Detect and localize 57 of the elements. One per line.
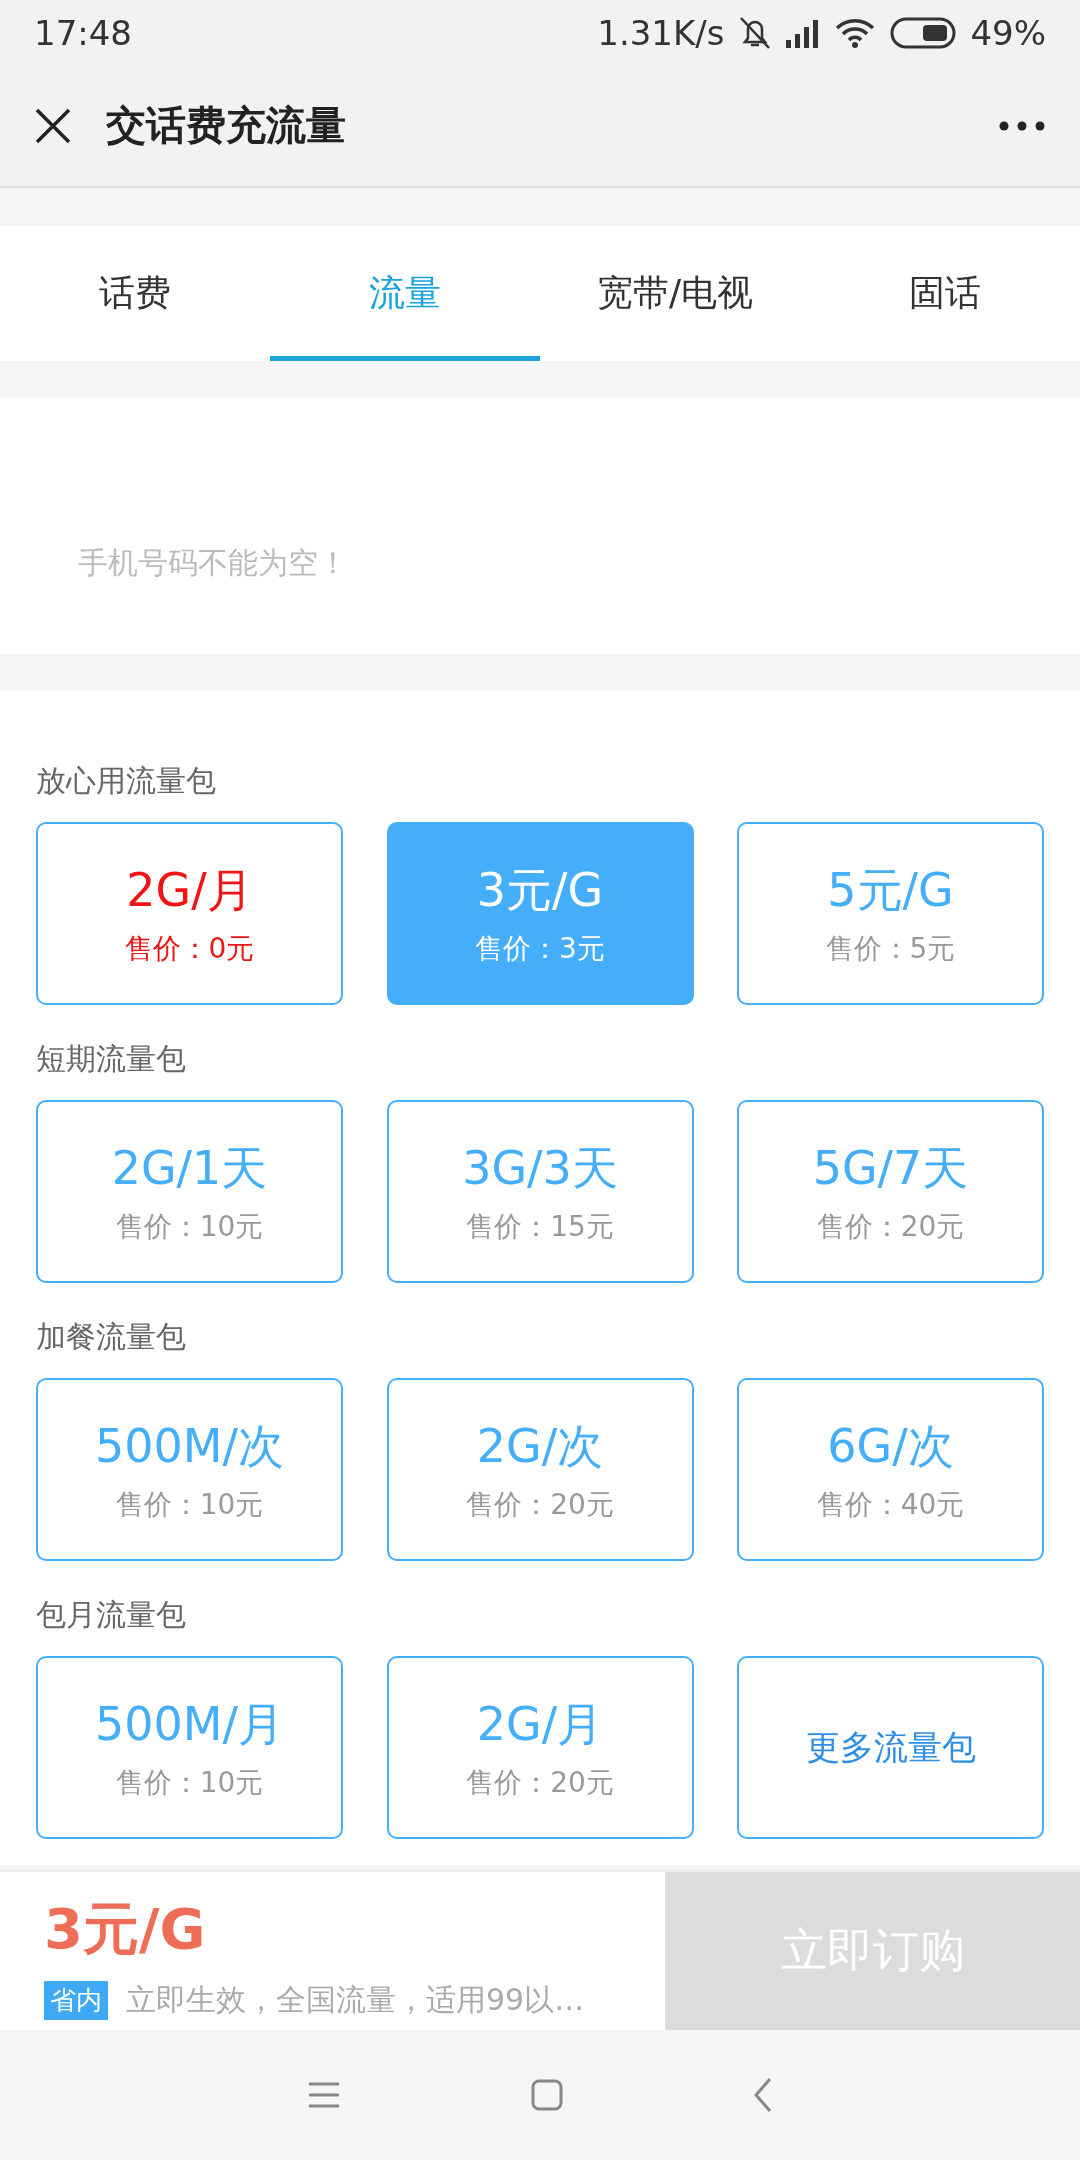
back-button[interactable] — [753, 2077, 773, 2113]
tab[interactable]: 宽带/电视 — [540, 226, 810, 361]
package-card[interactable]: 2G/月 售价：0元 — [36, 822, 343, 1005]
battery-level: 49% — [970, 12, 1046, 53]
tab[interactable]: 流量 — [270, 226, 540, 361]
tab[interactable]: 固话 — [810, 226, 1080, 361]
more-options-button[interactable] — [998, 119, 1046, 132]
region-tag: 省内 — [44, 1981, 108, 2020]
package-name: 5G/7天 — [812, 1139, 969, 1197]
package-price: 售价：3元 — [475, 930, 605, 967]
package-name: 2G/次 — [476, 1417, 604, 1475]
package-price: 售价：10元 — [115, 1486, 264, 1523]
tab[interactable]: 话费 — [0, 226, 270, 361]
page-title: 交话费充流量 — [106, 101, 347, 150]
package-name: 500M/次 — [95, 1417, 284, 1475]
home-button[interactable] — [531, 2079, 563, 2111]
package-card[interactable]: 2G/月 售价：20元 — [386, 1656, 694, 1839]
package-card[interactable]: 500M/次 售价：10元 — [36, 1378, 343, 1561]
package-card[interactable]: 3G/3天 售价：15元 — [386, 1100, 694, 1283]
section-title: 包月流量包 — [36, 1596, 187, 1634]
package-price: 售价：0元 — [124, 930, 255, 967]
package-card[interactable]: 5元/G 售价：5元 — [737, 822, 1044, 1005]
package-price: 售价：20元 — [816, 1208, 965, 1245]
package-price: 售价：5元 — [825, 930, 956, 967]
package-name: 2G/月 — [126, 861, 253, 919]
package-price: 售价：20元 — [466, 1486, 614, 1523]
error-message: 手机号码不能为空！ — [78, 544, 348, 582]
network-speed: 1.31K/s — [597, 12, 725, 53]
package-card[interactable]: 500M/月 售价：10元 — [36, 1656, 343, 1839]
package-description: 立即生效，全国流量，适用99以… — [126, 1981, 585, 2019]
menu-button[interactable] — [307, 2081, 341, 2109]
selected-price: 3元/G — [44, 1895, 207, 1963]
package-price: 售价：40元 — [816, 1486, 965, 1523]
package-name: 2G/月 — [476, 1695, 604, 1753]
package-name: 2G/1天 — [111, 1139, 268, 1197]
package-name: 500M/月 — [95, 1695, 284, 1753]
signal-icon — [786, 17, 821, 48]
clock: 17:48 — [34, 12, 132, 53]
package-name: 5元/G — [827, 861, 954, 919]
package-card[interactable]: 2G/次 售价：20元 — [386, 1378, 694, 1561]
more-packages-button[interactable]: 更多流量包 — [737, 1656, 1044, 1839]
package-price: 售价：10元 — [115, 1208, 264, 1245]
package-name: 3G/3天 — [462, 1139, 618, 1197]
section-title: 短期流量包 — [36, 1040, 187, 1078]
battery-icon — [890, 16, 957, 49]
package-price: 售价：10元 — [115, 1764, 264, 1801]
package-price: 售价：15元 — [466, 1208, 614, 1245]
package-card[interactable]: 2G/1天 售价：10元 — [36, 1100, 343, 1283]
package-name: 3元/G — [476, 861, 604, 919]
section-title: 加餐流量包 — [36, 1318, 187, 1356]
package-card[interactable]: 6G/次 售价：40元 — [737, 1378, 1044, 1561]
package-card[interactable]: 3元/G 售价：3元 — [386, 822, 694, 1005]
section-title: 放心用流量包 — [36, 762, 217, 800]
package-card[interactable]: 5G/7天 售价：20元 — [737, 1100, 1044, 1283]
close-button[interactable] — [34, 106, 72, 145]
package-price: 售价：20元 — [466, 1764, 614, 1801]
package-name: 6G/次 — [827, 1417, 954, 1475]
